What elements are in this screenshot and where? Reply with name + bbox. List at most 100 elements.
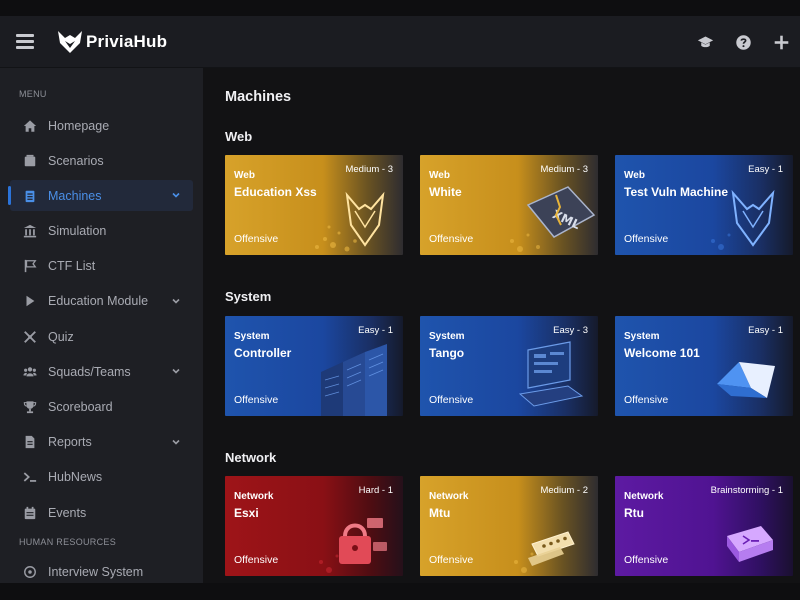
machine-card[interactable]: Web Test Vuln Machine Easy - 1 Offensive <box>615 155 793 255</box>
machine-card[interactable]: System Welcome 101 Easy - 1 Offensive <box>615 316 793 416</box>
sidebar-item-machines[interactable]: Machines <box>8 180 193 212</box>
interview-icon <box>22 564 37 579</box>
sidebar-item-label: Quiz <box>48 329 74 344</box>
card-difficulty: Hard - 1 <box>358 485 393 496</box>
sidebar-item-label: CTF List <box>48 259 96 274</box>
app-logo[interactable]: PriviaHub <box>56 28 167 56</box>
chevron-down-icon <box>172 369 180 374</box>
card-name: Welcome 101 <box>624 346 700 360</box>
card-difficulty: Easy - 1 <box>748 325 783 336</box>
card-category: Network <box>624 491 664 502</box>
sidebar-item-quiz[interactable]: Quiz <box>0 321 203 352</box>
main-content: Machines Web Web Education Xss Medium - … <box>203 68 800 583</box>
card-category: Network <box>429 491 469 502</box>
card-category: Network <box>234 491 274 502</box>
sidebar-item-label: Simulation <box>48 224 107 239</box>
sidebar-item-interview-system[interactable]: Interview System <box>0 556 203 583</box>
card-name: Tango <box>429 346 465 360</box>
sidebar-item-ctf-list[interactable]: CTF List <box>0 251 203 282</box>
sidebar-item-hubnews[interactable]: HubNews <box>0 462 203 493</box>
help-icon[interactable] <box>724 16 762 68</box>
card-category: System <box>429 331 465 342</box>
card-difficulty: Medium - 3 <box>345 164 393 175</box>
machine-card[interactable]: Web Education Xss Medium - 3 Offensive <box>225 155 403 255</box>
sidebar-item-simulation[interactable]: Simulation <box>0 216 203 247</box>
sidebar-item-events[interactable]: Events <box>0 497 203 528</box>
card-type: Offensive <box>234 233 279 245</box>
sidebar-item-squads-teams[interactable]: Squads/Teams <box>0 356 203 387</box>
card-difficulty: Easy - 1 <box>748 164 783 175</box>
sidebar-item-label: Reports <box>48 435 92 450</box>
sidebar-item-label: Squads/Teams <box>48 364 131 379</box>
flag-icon <box>22 259 37 274</box>
fox-logo-icon <box>58 31 82 53</box>
plus-icon[interactable] <box>762 16 800 68</box>
sidebar-item-label: Machines <box>48 188 102 203</box>
sidebar-item-education-module[interactable]: Education Module <box>0 286 203 317</box>
card-name: Controller <box>234 346 292 360</box>
sidebar-item-scoreboard[interactable]: Scoreboard <box>0 392 203 423</box>
card-category: System <box>234 331 270 342</box>
machine-card[interactable]: Network Rtu Brainstorming - 1 Offensive <box>615 476 793 576</box>
top-bar: PriviaHub <box>0 16 800 68</box>
machine-card[interactable]: System Tango Easy - 3 Offensive <box>420 316 598 416</box>
simulation-icon <box>22 224 37 239</box>
sidebar-hr-label: HUMAN RESOURCES <box>19 537 117 548</box>
card-name: Rtu <box>624 506 644 520</box>
machine-card[interactable]: System Controller Easy - 1 Offensive <box>225 316 403 416</box>
users-icon <box>22 364 37 379</box>
trophy-icon <box>22 400 37 415</box>
sidebar-item-label: Scenarios <box>48 153 104 168</box>
sidebar-item-label: Education Module <box>48 294 149 309</box>
chevron-down-icon <box>172 439 180 445</box>
card-difficulty: Brainstorming - 1 <box>710 485 783 496</box>
sidebar-item-homepage[interactable]: Homepage <box>0 110 203 141</box>
card-type: Offensive <box>429 554 474 566</box>
card-difficulty: Easy - 1 <box>358 325 393 336</box>
sidebar-item-label: Scoreboard <box>48 400 113 414</box>
card-category: Web <box>624 170 645 181</box>
menu-toggle-icon[interactable] <box>16 34 34 50</box>
sidebar-item-scenarios[interactable]: Scenarios <box>0 145 203 176</box>
report-icon <box>22 435 37 450</box>
card-type: Offensive <box>624 554 669 566</box>
sidebar-item-label: Events <box>48 505 87 520</box>
card-name: Mtu <box>429 506 451 520</box>
sidebar-item-label: Interview System <box>48 564 144 579</box>
graduation-cap-icon[interactable] <box>686 16 724 68</box>
page-title: Machines <box>225 89 292 105</box>
play-icon <box>22 294 37 309</box>
calendar-icon <box>22 505 37 520</box>
card-type: Offensive <box>624 233 669 245</box>
card-type: Offensive <box>624 394 669 406</box>
sidebar-item-label: Homepage <box>48 118 110 133</box>
card-difficulty: Medium - 3 <box>540 164 588 175</box>
chevron-down-icon <box>172 193 180 199</box>
machine-card[interactable]: Network Mtu Medium - 2 Offensive <box>420 476 598 576</box>
section-title-system: System <box>225 289 272 304</box>
section-title-web: Web <box>225 129 253 144</box>
card-category: Web <box>234 170 255 181</box>
card-type: Offensive <box>429 394 474 406</box>
card-name: Test Vuln Machine <box>624 185 729 199</box>
app-name: PriviaHub <box>86 32 168 51</box>
card-difficulty: Easy - 3 <box>553 325 588 336</box>
card-category: System <box>624 331 660 342</box>
sidebar: MENU Homepage Scenarios Machines Simulat… <box>0 68 203 583</box>
window-frame-bottom <box>0 583 800 600</box>
machine-card[interactable]: Network Esxi Hard - 1 Offensive <box>225 476 403 576</box>
terminal-icon <box>22 470 37 485</box>
sidebar-item-label: HubNews <box>48 470 103 485</box>
machines-icon <box>22 188 37 203</box>
machine-card[interactable]: XML Web White Medium - 3 Offensive <box>420 155 598 255</box>
puzzle-icon <box>22 329 37 344</box>
home-icon <box>22 118 37 133</box>
sidebar-item-reports[interactable]: Reports <box>0 427 203 458</box>
chevron-down-icon <box>172 298 180 304</box>
card-name: Esxi <box>234 506 259 520</box>
card-name: Education Xss <box>234 185 317 199</box>
sidebar-menu-label: MENU <box>19 89 47 99</box>
card-type: Offensive <box>234 554 279 566</box>
section-title-network: Network <box>225 450 277 465</box>
card-type: Offensive <box>429 233 474 245</box>
